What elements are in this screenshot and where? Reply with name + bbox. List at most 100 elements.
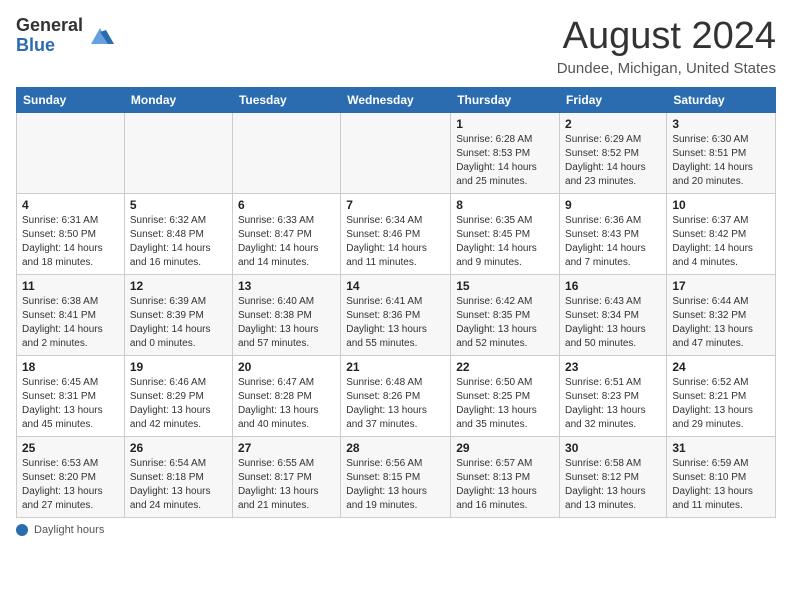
day-number: 1 — [456, 117, 554, 131]
calendar-cell: 25 Sunrise: 6:53 AM Sunset: 8:20 PM Dayli… — [17, 436, 125, 517]
day-number: 14 — [346, 279, 445, 293]
day-number: 20 — [238, 360, 335, 374]
calendar-cell: 17 Sunrise: 6:44 AM Sunset: 8:32 PM Dayli… — [667, 274, 776, 355]
day-number: 7 — [346, 198, 445, 212]
header-day-thursday: Thursday — [451, 87, 560, 112]
day-info: Sunrise: 6:34 AM Sunset: 8:46 PM Dayligh… — [346, 214, 445, 270]
logo: General Blue — [16, 16, 114, 56]
calendar-cell: 23 Sunrise: 6:51 AM Sunset: 8:23 PM Dayli… — [560, 355, 667, 436]
calendar-cell — [124, 112, 232, 193]
day-info: Sunrise: 6:58 AM Sunset: 8:12 PM Dayligh… — [565, 457, 661, 513]
calendar-subtitle: Dundee, Michigan, United States — [557, 60, 776, 77]
day-info: Sunrise: 6:32 AM Sunset: 8:48 PM Dayligh… — [130, 214, 227, 270]
day-info: Sunrise: 6:37 AM Sunset: 8:42 PM Dayligh… — [672, 214, 770, 270]
footer-label: Daylight hours — [34, 524, 104, 536]
day-info: Sunrise: 6:55 AM Sunset: 8:17 PM Dayligh… — [238, 457, 335, 513]
day-info: Sunrise: 6:44 AM Sunset: 8:32 PM Dayligh… — [672, 295, 770, 351]
footer-dot-icon — [16, 524, 28, 536]
calendar-title: August 2024 — [557, 16, 776, 58]
day-info: Sunrise: 6:29 AM Sunset: 8:52 PM Dayligh… — [565, 133, 661, 189]
header-day-sunday: Sunday — [17, 87, 125, 112]
calendar-cell: 15 Sunrise: 6:42 AM Sunset: 8:35 PM Dayli… — [451, 274, 560, 355]
calendar-cell: 7 Sunrise: 6:34 AM Sunset: 8:46 PM Daylig… — [341, 193, 451, 274]
day-number: 24 — [672, 360, 770, 374]
day-info: Sunrise: 6:40 AM Sunset: 8:38 PM Dayligh… — [238, 295, 335, 351]
calendar-cell: 21Sunrise: 6:48 AM Sunset: 8:26 PM Dayli… — [341, 355, 451, 436]
day-number: 19 — [130, 360, 227, 374]
day-info: Sunrise: 6:43 AM Sunset: 8:34 PM Dayligh… — [565, 295, 661, 351]
day-info: Sunrise: 6:46 AM Sunset: 8:29 PM Dayligh… — [130, 376, 227, 432]
header-day-friday: Friday — [560, 87, 667, 112]
day-number: 17 — [672, 279, 770, 293]
day-info: Sunrise: 6:36 AM Sunset: 8:43 PM Dayligh… — [565, 214, 661, 270]
calendar-cell: 9 Sunrise: 6:36 AM Sunset: 8:43 PM Daylig… — [560, 193, 667, 274]
calendar-header-row: SundayMondayTuesdayWednesdayThursdayFrid… — [17, 87, 776, 112]
day-number: 28 — [346, 441, 445, 455]
calendar-week-row: 11Sunrise: 6:38 AM Sunset: 8:41 PM Dayli… — [17, 274, 776, 355]
day-number: 29 — [456, 441, 554, 455]
calendar-cell: 27 Sunrise: 6:55 AM Sunset: 8:17 PM Dayli… — [232, 436, 340, 517]
day-info: Sunrise: 6:41 AM Sunset: 8:36 PM Dayligh… — [346, 295, 445, 351]
calendar-table: SundayMondayTuesdayWednesdayThursdayFrid… — [16, 87, 776, 518]
header-day-monday: Monday — [124, 87, 232, 112]
day-info: Sunrise: 6:51 AM Sunset: 8:23 PM Dayligh… — [565, 376, 661, 432]
calendar-cell: 3Sunrise: 6:30 AM Sunset: 8:51 PM Daylig… — [667, 112, 776, 193]
day-number: 4 — [22, 198, 119, 212]
day-info: Sunrise: 6:57 AM Sunset: 8:13 PM Dayligh… — [456, 457, 554, 513]
calendar-week-row: 18Sunrise: 6:45 AM Sunset: 8:31 PM Dayli… — [17, 355, 776, 436]
title-block: August 2024 Dundee, Michigan, United Sta… — [557, 16, 776, 77]
calendar-cell: 28 Sunrise: 6:56 AM Sunset: 8:15 PM Dayli… — [341, 436, 451, 517]
header-day-saturday: Saturday — [667, 87, 776, 112]
header-day-wednesday: Wednesday — [341, 87, 451, 112]
calendar-cell: 22Sunrise: 6:50 AM Sunset: 8:25 PM Dayli… — [451, 355, 560, 436]
day-info: Sunrise: 6:35 AM Sunset: 8:45 PM Dayligh… — [456, 214, 554, 270]
calendar-cell: 24 Sunrise: 6:52 AM Sunset: 8:21 PM Dayli… — [667, 355, 776, 436]
day-info: Sunrise: 6:45 AM Sunset: 8:31 PM Dayligh… — [22, 376, 119, 432]
calendar-page: General Blue August 2024 Dundee, Michiga… — [0, 0, 792, 612]
day-number: 25 — [22, 441, 119, 455]
day-info: Sunrise: 6:42 AM Sunset: 8:35 PM Dayligh… — [456, 295, 554, 351]
day-number: 15 — [456, 279, 554, 293]
calendar-cell: 12 Sunrise: 6:39 AM Sunset: 8:39 PM Dayli… — [124, 274, 232, 355]
day-number: 23 — [565, 360, 661, 374]
calendar-cell: 14 Sunrise: 6:41 AM Sunset: 8:36 PM Dayli… — [341, 274, 451, 355]
day-info: Sunrise: 6:54 AM Sunset: 8:18 PM Dayligh… — [130, 457, 227, 513]
calendar-week-row: 4 Sunrise: 6:31 AM Sunset: 8:50 PM Daylig… — [17, 193, 776, 274]
day-info: Sunrise: 6:30 AM Sunset: 8:51 PM Dayligh… — [672, 133, 770, 189]
calendar-cell: 31 Sunrise: 6:59 AM Sunset: 8:10 PM Dayli… — [667, 436, 776, 517]
calendar-cell: 30Sunrise: 6:58 AM Sunset: 8:12 PM Dayli… — [560, 436, 667, 517]
day-number: 6 — [238, 198, 335, 212]
day-info: Sunrise: 6:59 AM Sunset: 8:10 PM Dayligh… — [672, 457, 770, 513]
day-number: 26 — [130, 441, 227, 455]
day-number: 10 — [672, 198, 770, 212]
day-number: 2 — [565, 117, 661, 131]
day-info: Sunrise: 6:56 AM Sunset: 8:15 PM Dayligh… — [346, 457, 445, 513]
day-info: Sunrise: 6:48 AM Sunset: 8:26 PM Dayligh… — [346, 376, 445, 432]
day-info: Sunrise: 6:31 AM Sunset: 8:50 PM Dayligh… — [22, 214, 119, 270]
day-number: 27 — [238, 441, 335, 455]
calendar-cell: 6Sunrise: 6:33 AM Sunset: 8:47 PM Daylig… — [232, 193, 340, 274]
calendar-cell: 8 Sunrise: 6:35 AM Sunset: 8:45 PM Daylig… — [451, 193, 560, 274]
logo-blue: Blue — [16, 35, 55, 55]
day-number: 31 — [672, 441, 770, 455]
day-info: Sunrise: 6:52 AM Sunset: 8:21 PM Dayligh… — [672, 376, 770, 432]
calendar-cell: 11Sunrise: 6:38 AM Sunset: 8:41 PM Dayli… — [17, 274, 125, 355]
calendar-week-row: 1Sunrise: 6:28 AM Sunset: 8:53 PM Daylig… — [17, 112, 776, 193]
calendar-cell: 26 Sunrise: 6:54 AM Sunset: 8:18 PM Dayli… — [124, 436, 232, 517]
day-number: 13 — [238, 279, 335, 293]
day-number: 12 — [130, 279, 227, 293]
calendar-cell: 5Sunrise: 6:32 AM Sunset: 8:48 PM Daylig… — [124, 193, 232, 274]
logo-general: General — [16, 15, 83, 35]
day-number: 9 — [565, 198, 661, 212]
calendar-cell: 1Sunrise: 6:28 AM Sunset: 8:53 PM Daylig… — [451, 112, 560, 193]
day-info: Sunrise: 6:47 AM Sunset: 8:28 PM Dayligh… — [238, 376, 335, 432]
calendar-cell: 18Sunrise: 6:45 AM Sunset: 8:31 PM Dayli… — [17, 355, 125, 436]
calendar-cell: 29 Sunrise: 6:57 AM Sunset: 8:13 PM Dayli… — [451, 436, 560, 517]
day-number: 8 — [456, 198, 554, 212]
calendar-cell — [232, 112, 340, 193]
header: General Blue August 2024 Dundee, Michiga… — [16, 16, 776, 77]
day-info: Sunrise: 6:53 AM Sunset: 8:20 PM Dayligh… — [22, 457, 119, 513]
day-number: 11 — [22, 279, 119, 293]
calendar-cell: 16Sunrise: 6:43 AM Sunset: 8:34 PM Dayli… — [560, 274, 667, 355]
day-info: Sunrise: 6:39 AM Sunset: 8:39 PM Dayligh… — [130, 295, 227, 351]
